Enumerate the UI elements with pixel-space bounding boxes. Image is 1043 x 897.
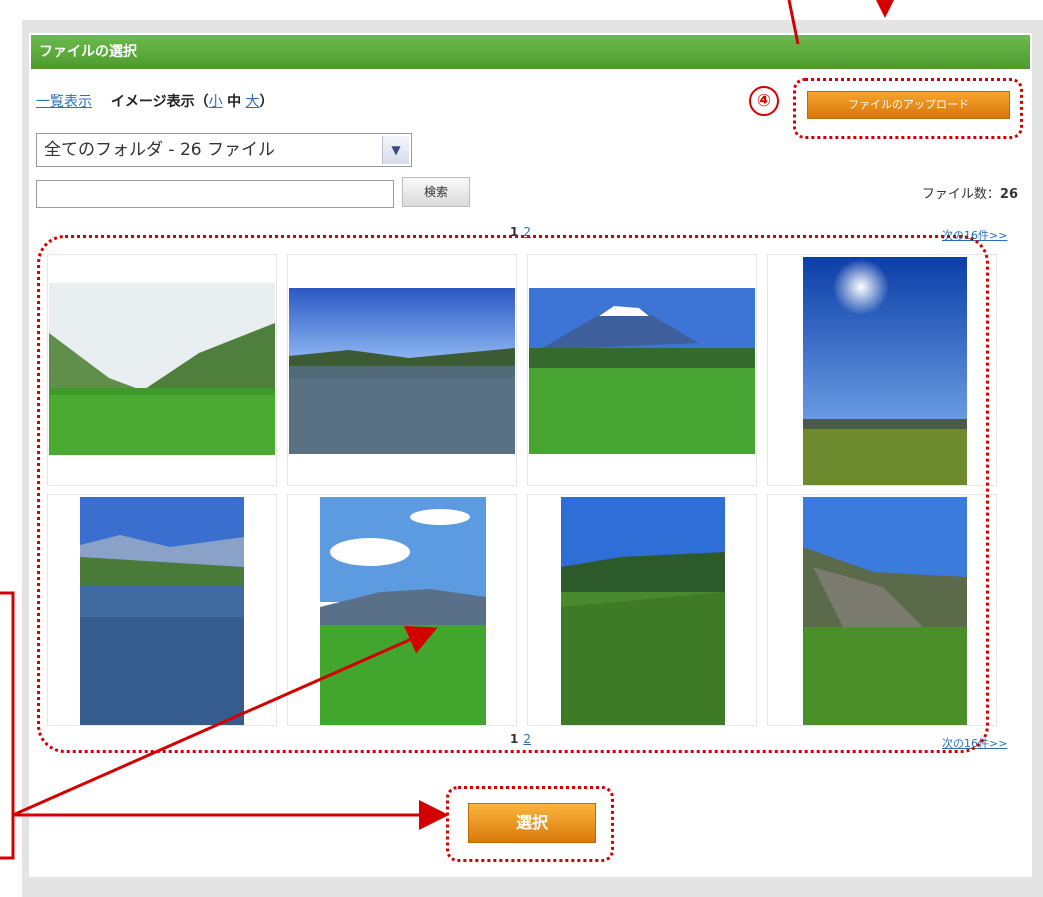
annotation-line xyxy=(787,0,800,45)
annotation-bracket xyxy=(0,591,15,860)
annotation-arrow xyxy=(12,625,438,817)
annotation-arrows xyxy=(0,0,900,860)
